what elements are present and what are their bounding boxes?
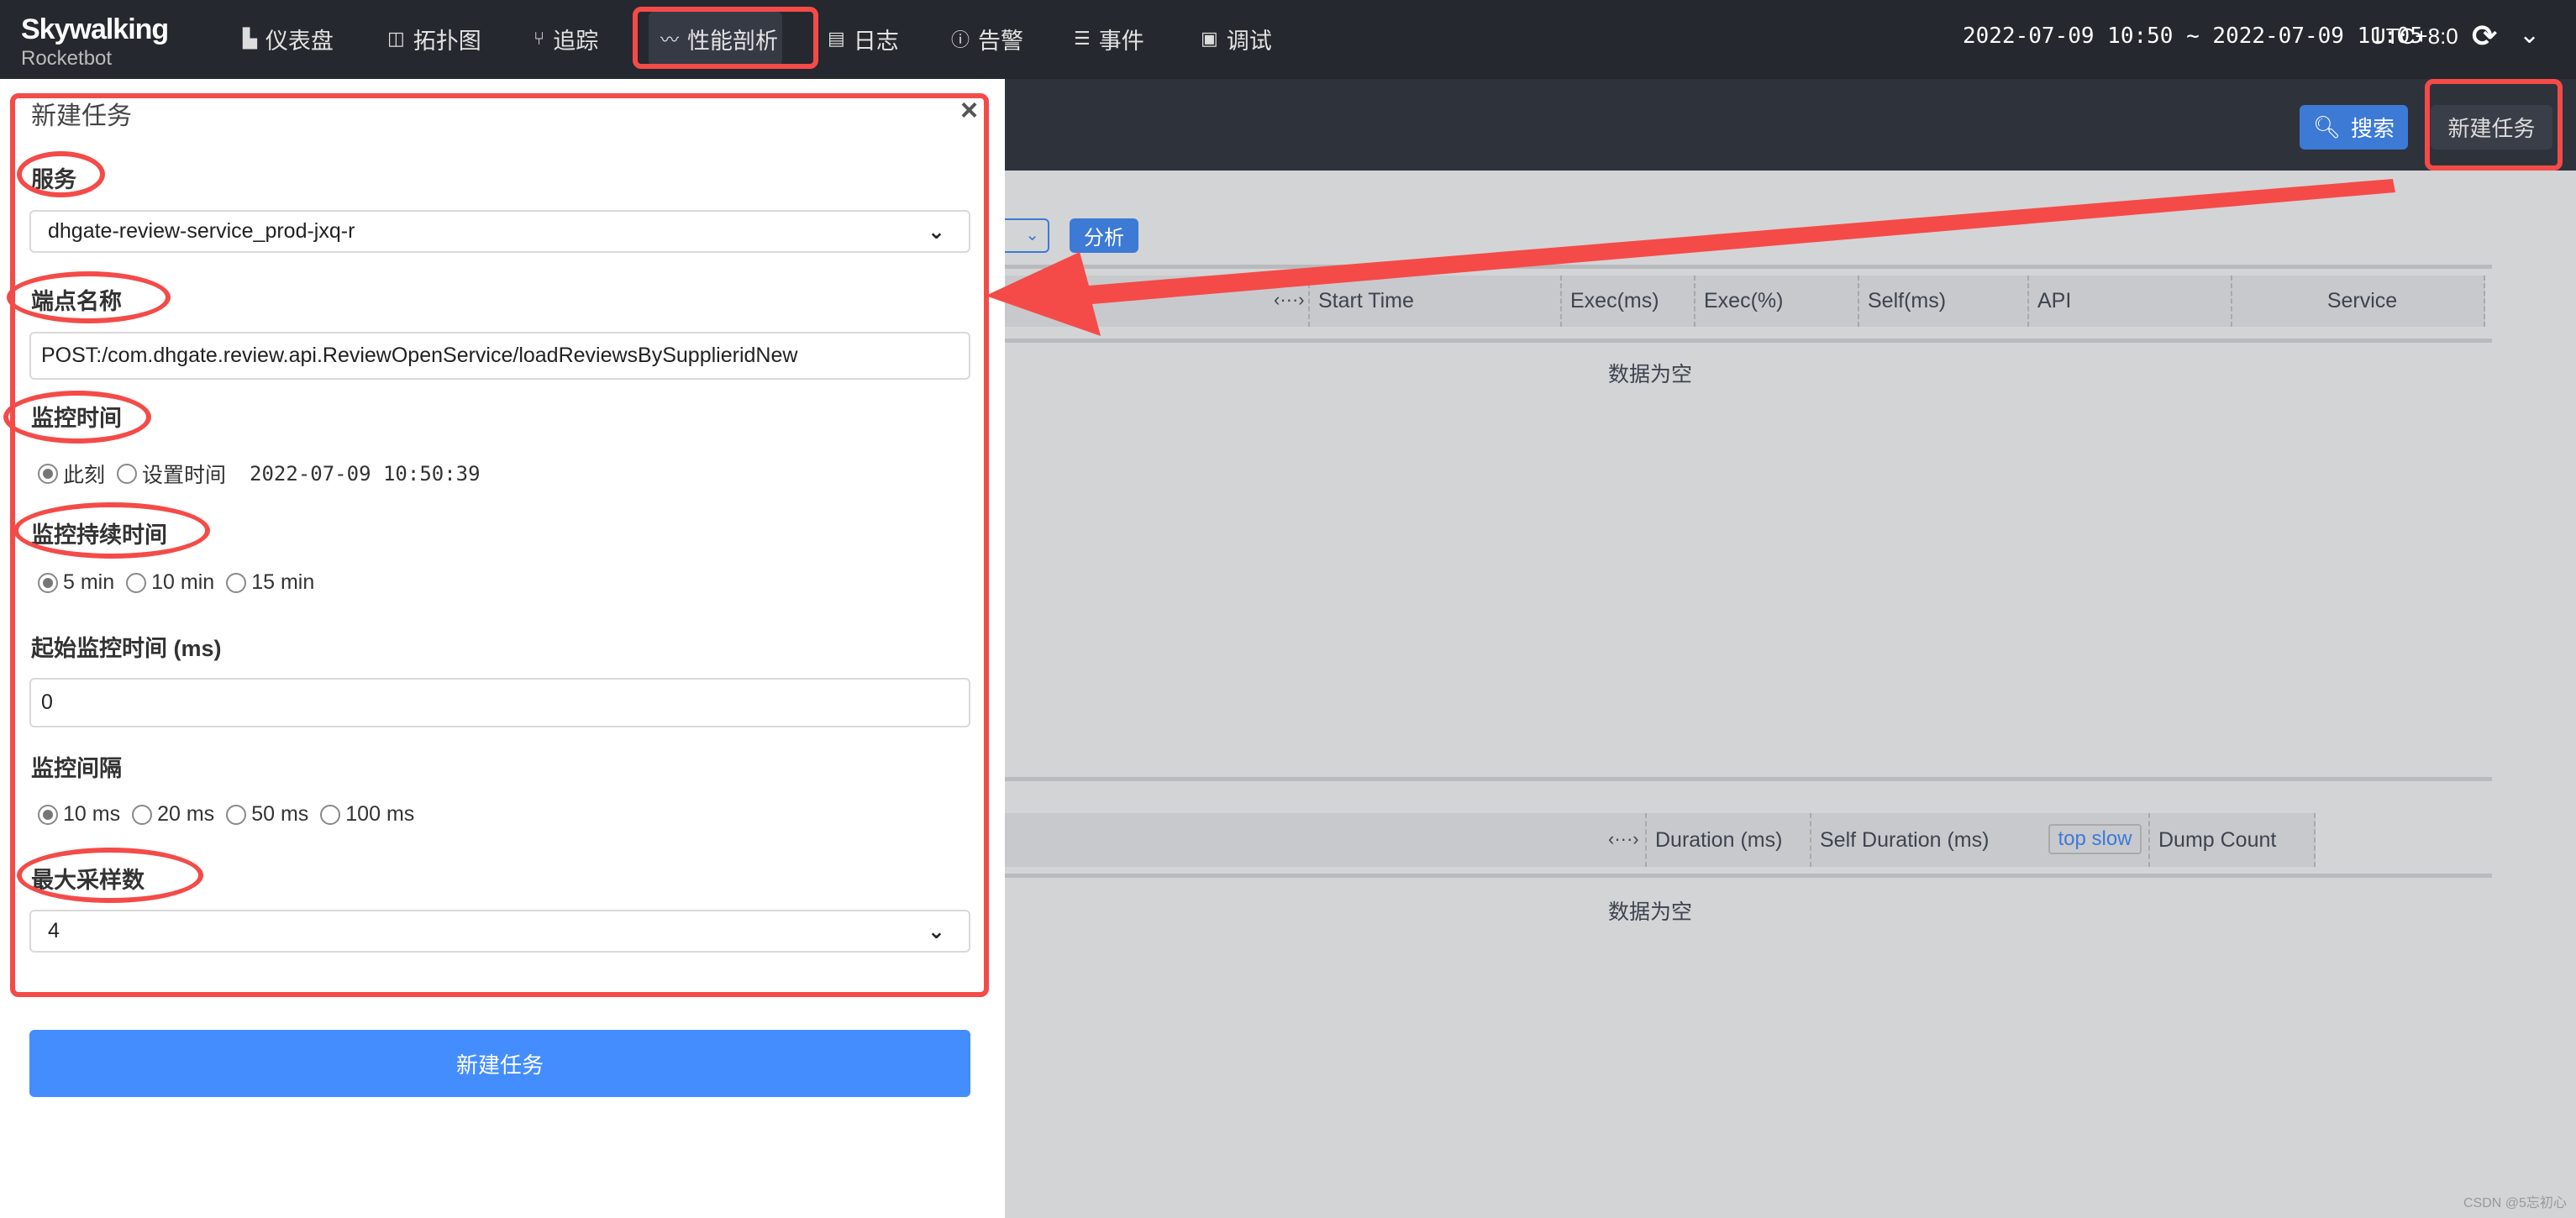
arrow-shape (986, 179, 2395, 336)
annotation-arrow (986, 179, 2395, 336)
